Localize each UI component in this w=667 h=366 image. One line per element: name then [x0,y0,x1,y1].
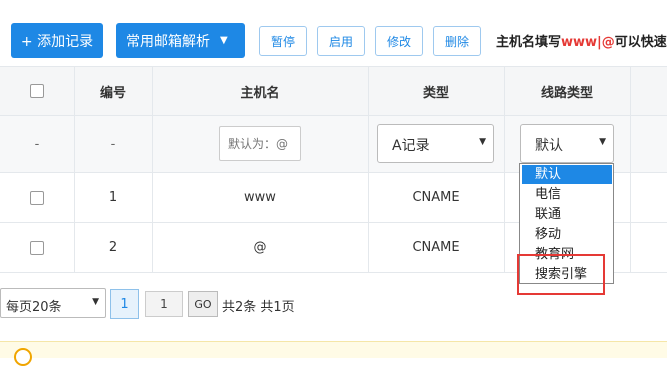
select-all-cell [0,66,74,116]
add-record-button[interactable]: + 添加记录 [11,23,103,58]
edit-button[interactable]: 修改 [375,26,423,56]
notice-bar [0,341,667,358]
header-host: 主机名 [240,85,280,101]
dropdown-option-mobile[interactable]: 移动 [522,225,612,244]
dropdown-option-default[interactable]: 默认 [522,165,612,184]
new-row-number: - [110,137,116,152]
header-line: 线路类型 [540,85,593,101]
select-caret-icon: ▼ [479,137,486,147]
page-1-button[interactable]: 1 [110,289,139,319]
delete-button[interactable]: 删除 [433,26,481,56]
caret-down-icon: ▼ [220,35,228,46]
host-input[interactable] [219,126,301,161]
header-number: 编号 [99,85,126,101]
row-type: CNAME [412,190,460,205]
row-number: 1 [108,190,118,205]
record-type-value: A记录 [392,138,430,154]
row-host: @ [253,240,267,255]
row-checkbox[interactable] [30,190,44,205]
common-mail-parse-label: 常用邮箱解析 [126,33,210,50]
select-all-checkbox[interactable] [30,84,44,98]
select-caret-icon: ▼ [599,137,606,147]
go-button[interactable]: GO [188,291,218,317]
tip-suffix: 可以快速 [614,35,667,50]
table-row[interactable] [0,173,74,222]
per-page-select[interactable]: 每页20条 ▼ [0,288,106,318]
tip-highlight: www|@ [561,35,615,50]
select-caret-icon: ▼ [92,297,99,307]
row-host: www [244,190,276,205]
table-row[interactable] [0,223,74,272]
line-type-select[interactable]: 默认 ▼ [520,124,614,163]
common-mail-parse-button[interactable]: 常用邮箱解析 ▼ [116,23,245,58]
pagination-summary: 共2条 共1页 [222,300,295,315]
pause-button[interactable]: 暂停 [259,26,307,56]
record-type-select[interactable]: A记录 ▼ [377,124,494,163]
tip-prefix: 主机名填写 [496,35,562,50]
enable-button[interactable]: 启用 [317,26,365,56]
row-number: 2 [108,240,118,255]
dropdown-option-unicom[interactable]: 联通 [522,205,612,224]
row-type: CNAME [412,240,460,255]
header-type: 类型 [422,85,449,101]
hostname-tip: 主机名填写www|@可以快速 [496,31,667,51]
annotation-highlight-box [517,254,605,295]
new-row-checkbox-placeholder: - [34,137,40,152]
per-page-value: 每页20条 [6,300,62,315]
warning-icon [14,348,32,366]
line-type-value: 默认 [535,138,563,154]
goto-page-input[interactable]: 1 [145,291,183,317]
row-checkbox[interactable] [30,240,44,255]
dropdown-option-telecom[interactable]: 电信 [522,185,612,204]
